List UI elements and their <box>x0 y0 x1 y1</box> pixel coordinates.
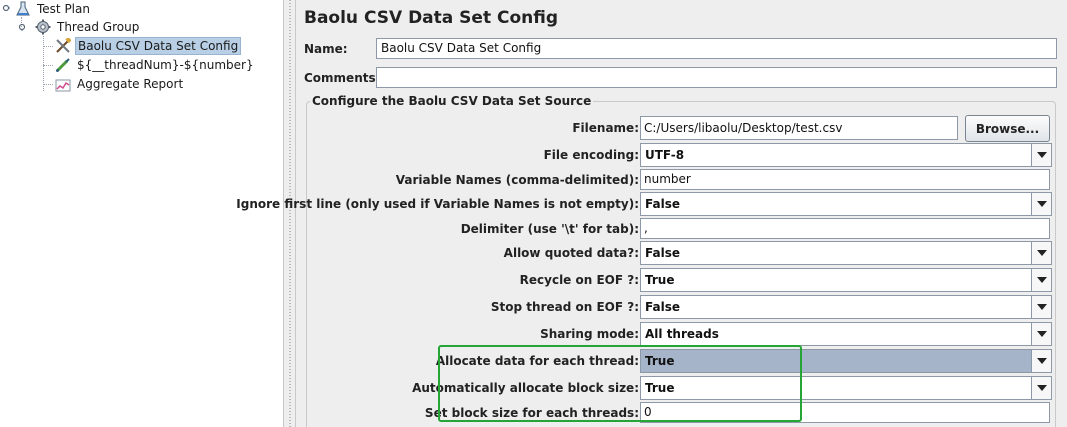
combo-value: False <box>645 300 680 314</box>
allow-quoted-combo[interactable]: False <box>640 241 1052 265</box>
ignore-first-line-label: Ignore first line (only used if Variable… <box>236 197 639 211</box>
chart-icon <box>54 76 72 92</box>
tree-item-thread-group[interactable]: Thread Group <box>34 18 141 36</box>
tree-item-label: ${__threadNum}-${number} <box>77 58 254 72</box>
browse-button[interactable]: Browse... <box>965 115 1050 142</box>
auto-block-size-combo[interactable]: True <box>640 376 1052 400</box>
chevron-down-icon[interactable] <box>1031 296 1051 318</box>
tree-connector <box>43 36 44 91</box>
allocate-data-label: Allocate data for each thread: <box>435 354 639 368</box>
block-size-label: Set block size for each threads: <box>424 406 639 420</box>
tools-icon <box>54 38 72 54</box>
config-panel: Baolu CSV Data Set Config Name: Baolu CS… <box>236 0 1067 427</box>
comments-label: Comments: <box>304 71 381 85</box>
chevron-down-icon[interactable] <box>1031 350 1051 372</box>
variable-names-label: Variable Names (comma-delimited): <box>395 173 639 187</box>
allocate-data-combo[interactable]: True <box>640 349 1052 373</box>
tree-connector <box>43 65 53 66</box>
pipette-icon <box>54 57 72 73</box>
chevron-down-icon[interactable] <box>1031 377 1051 399</box>
comments-field[interactable] <box>376 67 1057 88</box>
expand-handle-icon[interactable] <box>18 23 26 31</box>
allow-quoted-label: Allow quoted data?: <box>503 246 639 260</box>
name-field[interactable]: Baolu CSV Data Set Config <box>376 38 1057 59</box>
combo-value: UTF-8 <box>645 148 685 162</box>
chevron-down-icon[interactable] <box>1031 269 1051 291</box>
stop-thread-eof-label: Stop thread on EOF ?: <box>490 300 639 314</box>
file-encoding-combo[interactable]: UTF-8 <box>640 143 1052 167</box>
tree-connector <box>43 46 53 47</box>
chevron-down-icon[interactable] <box>1031 193 1051 215</box>
combo-value: All threads <box>645 327 719 341</box>
tree-item-csv-config[interactable]: Baolu CSV Data Set Config <box>54 37 242 55</box>
file-encoding-label: File encoding: <box>543 148 639 162</box>
gear-icon <box>34 19 52 35</box>
tree-item-label: Baolu CSV Data Set Config <box>75 37 242 55</box>
ignore-first-line-combo[interactable]: False <box>640 192 1052 216</box>
combo-value: True <box>645 381 675 395</box>
combo-value: False <box>645 246 680 260</box>
tree-item-aggregate-report[interactable]: Aggregate Report <box>54 75 185 93</box>
sharing-mode-label: Sharing mode: <box>540 327 639 341</box>
page-title: Baolu CSV Data Set Config <box>304 8 559 28</box>
expand-handle-icon[interactable] <box>2 4 10 12</box>
recycle-eof-combo[interactable]: True <box>640 268 1052 292</box>
tree-item-sampler[interactable]: ${__threadNum}-${number} <box>54 56 256 74</box>
test-plan-tree[interactable]: Test Plan Thread Group Baolu CSV Data Se… <box>0 0 283 427</box>
recycle-eof-label: Recycle on EOF ?: <box>519 273 639 287</box>
tree-item-test-plan[interactable]: Test Plan <box>14 0 92 18</box>
splitter[interactable] <box>283 0 296 427</box>
chevron-down-icon[interactable] <box>1031 323 1051 345</box>
tree-item-label: Aggregate Report <box>77 77 184 91</box>
stop-thread-eof-combo[interactable]: False <box>640 295 1052 319</box>
name-label: Name: <box>304 42 348 56</box>
tree-connector <box>43 84 53 85</box>
tree-item-label: Thread Group <box>57 20 140 34</box>
beaker-icon <box>14 1 32 17</box>
combo-value: False <box>645 197 680 211</box>
delimiter-field[interactable]: , <box>640 218 1050 239</box>
combo-value: True <box>641 350 1031 372</box>
block-size-field[interactable]: 0 <box>640 402 1050 423</box>
group-title: Configure the Baolu CSV Data Set Source <box>310 94 594 108</box>
tree-item-label: Test Plan <box>37 2 90 16</box>
sharing-mode-combo[interactable]: All threads <box>640 322 1052 346</box>
filename-field[interactable]: C:/Users/libaolu/Desktop/test.csv <box>640 116 958 140</box>
filename-label: Filename: <box>572 121 639 135</box>
auto-block-size-label: Automatically allocate block size: <box>412 381 639 395</box>
variable-names-field[interactable]: number <box>640 169 1050 190</box>
combo-value: True <box>645 273 675 287</box>
chevron-down-icon[interactable] <box>1031 144 1051 166</box>
chevron-down-icon[interactable] <box>1031 242 1051 264</box>
delimiter-label: Delimiter (use '\t' for tab): <box>460 222 639 236</box>
